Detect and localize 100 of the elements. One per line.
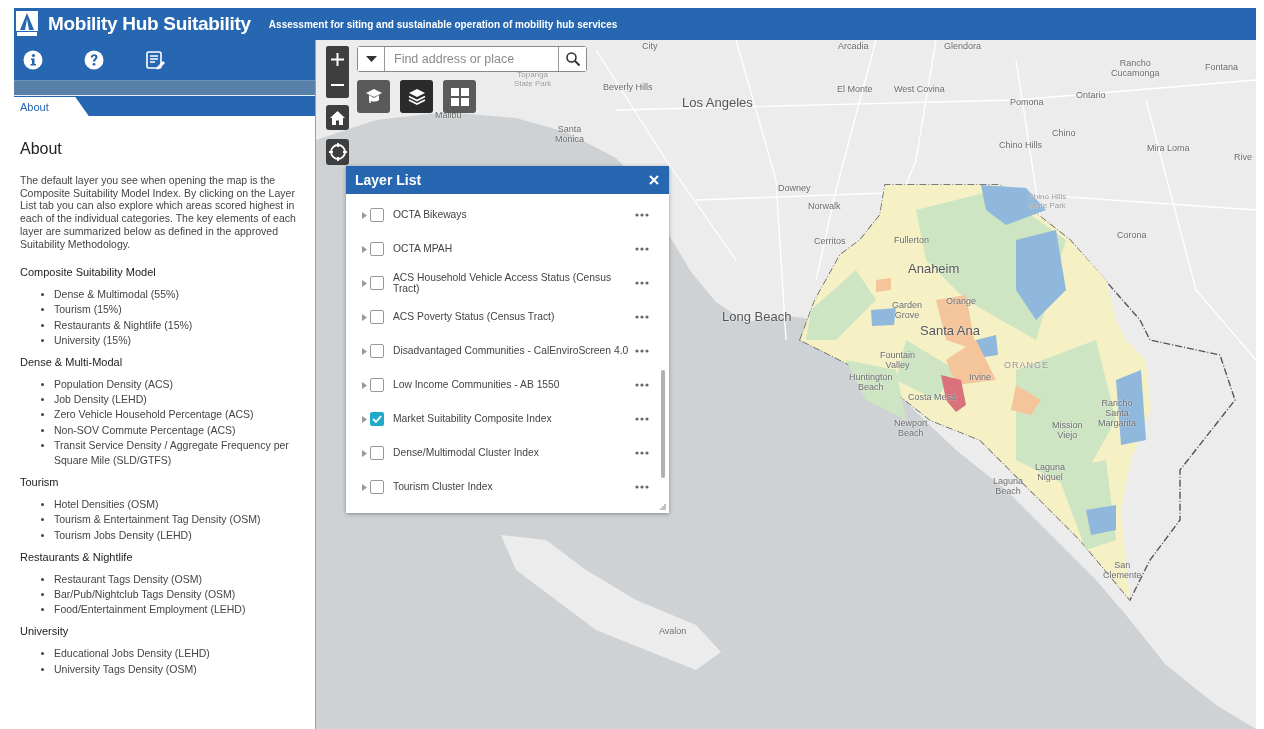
layer-options-button[interactable] [633, 313, 651, 321]
close-icon [649, 175, 659, 185]
layer-options-button[interactable] [633, 279, 651, 287]
list-item-text: Restaurant Tags Density (OSM) [54, 572, 203, 585]
category-heading: Restaurants & Nightlife [20, 550, 134, 563]
map-label: Long Beach [722, 310, 792, 324]
layer-checkbox[interactable] [370, 412, 384, 426]
help-icon [83, 50, 104, 70]
layer-options-button[interactable] [633, 449, 651, 457]
category-heading: Composite Suitability Model [20, 266, 157, 279]
map-label: Mira Loma [1147, 143, 1190, 153]
list-item-text: Zero Vehicle Household Percentage (ACS) [54, 408, 254, 421]
map-label: Rive [1234, 152, 1252, 162]
layer-checkbox[interactable] [370, 310, 384, 324]
layer-list-button[interactable] [400, 80, 433, 113]
list-item-text: Job Density (LEHD) [54, 393, 147, 406]
map-label: Glendora [944, 41, 982, 51]
layer-options-button[interactable] [633, 483, 651, 491]
expand-caret-icon [362, 449, 367, 457]
mortarboard-icon [364, 87, 383, 106]
info-button[interactable] [21, 48, 44, 72]
list-item-text: Tourism & Entertainment Tag Density (OSM) [54, 513, 261, 526]
bullet-icon [41, 413, 44, 417]
layer-name: Tourism Cluster Index [393, 481, 494, 493]
layer-checkbox[interactable] [370, 480, 384, 494]
app-subtitle: Assessment for siting and sustainable operation of mobility hub services [268, 18, 618, 30]
layer-checkbox[interactable] [370, 208, 384, 222]
bullet-icon [41, 577, 44, 581]
bullet-icon [41, 503, 44, 507]
resize-grip-icon [660, 504, 666, 510]
map-label: Los Angeles [682, 96, 753, 110]
layer-options-button[interactable] [633, 415, 651, 423]
map-label: Chino Hills [999, 140, 1042, 150]
layer-checkbox[interactable] [370, 344, 384, 358]
scrollbar-thumb[interactable] [661, 370, 665, 478]
notes-button[interactable] [143, 48, 166, 72]
more-icon [635, 349, 649, 353]
widget-button[interactable] [357, 80, 390, 113]
map-label: Mission Viejo [1052, 420, 1083, 440]
layer-name: Market Suitability Composite Index [393, 413, 553, 425]
home-button[interactable] [326, 105, 349, 130]
search-button[interactable] [558, 47, 586, 71]
layer-options-button[interactable] [633, 347, 651, 355]
search-source-dropdown[interactable] [358, 47, 385, 71]
locate-button[interactable] [326, 139, 349, 165]
crosshair-icon [328, 143, 347, 161]
map-label: Garden Grove [892, 300, 923, 320]
layer-name: OCTA MPAH [393, 243, 454, 255]
bullet-icon [41, 323, 44, 327]
grid-icon [450, 87, 469, 106]
layer-options-button[interactable] [633, 245, 651, 253]
list-item-text: Restaurants & Nightlife (15%) [54, 318, 193, 331]
search-field[interactable]: Find address or place [357, 46, 587, 72]
list-item-text: Educational Jobs Density (LEHD) [54, 647, 210, 660]
close-button[interactable] [647, 173, 661, 187]
layer-checkbox[interactable] [370, 446, 384, 460]
search-icon [565, 52, 580, 66]
intro-paragraph: The default layer you see when opening the map is the Composite Suitability Model Index. By clicking on the Layer List tab you can also explore which areas scored highest in each of the individual categories. The key elements of each layer are summarized below as defined in the approved Suitability Methodology. [20, 174, 297, 251]
map-label: San Clemente [1103, 560, 1142, 580]
map-label: Laguna Beach [993, 476, 1024, 496]
bullet-icon [41, 608, 44, 612]
more-icon [635, 247, 649, 251]
layer-checkbox[interactable] [370, 242, 384, 256]
bullet-icon [41, 383, 44, 387]
list-item-text: University (15%) [54, 333, 132, 346]
layer-checkbox[interactable] [370, 276, 384, 290]
map-label: Topanga State Park [514, 70, 552, 88]
map-label: Santa Ana [920, 324, 980, 338]
more-icon [635, 451, 649, 455]
about-tab[interactable]: About [14, 97, 89, 116]
help-button[interactable] [82, 48, 105, 72]
bullet-icon [41, 667, 44, 671]
category-heading: University [20, 625, 70, 638]
map-label: Santa Monica [555, 124, 584, 144]
layer-checkbox[interactable] [370, 378, 384, 392]
map-label: Laguna Niguel [1035, 462, 1066, 482]
map-label: Norwalk [808, 201, 841, 211]
panel-title: Layer List [355, 172, 422, 188]
map-label: Rancho Santa Margarita [1098, 398, 1136, 428]
layer-name: OCTA Bikeways [393, 209, 468, 221]
map-label: Fullerton [894, 235, 929, 245]
list-item-text: Tourism Jobs Density (LEHD) [54, 528, 192, 541]
map-label: Irvine [969, 372, 991, 382]
list-item-text: University Tags Density (OSM) [54, 662, 197, 675]
bullet-icon [41, 428, 44, 432]
layer-name: ACS Poverty Status (Census Tract) [393, 311, 556, 323]
more-icon [635, 383, 649, 387]
basemap-gallery-button[interactable] [443, 80, 476, 113]
expand-caret-icon [362, 347, 367, 355]
bullet-icon [41, 652, 44, 656]
map-label: Chino [1052, 128, 1076, 138]
map-label: Anaheim [908, 262, 960, 276]
layer-options-button[interactable] [633, 381, 651, 389]
bullet-icon [41, 518, 44, 522]
home-icon [330, 110, 345, 125]
list-item-text: Transit Service Density / Aggregate Frequency per Square Mile (SLD/GTFS) [54, 438, 289, 467]
layer-name: Dense/Multimodal Cluster Index [393, 447, 540, 459]
map-label: Orange [946, 296, 977, 306]
layer-options-button[interactable] [633, 211, 651, 219]
bullet-icon [41, 398, 44, 402]
